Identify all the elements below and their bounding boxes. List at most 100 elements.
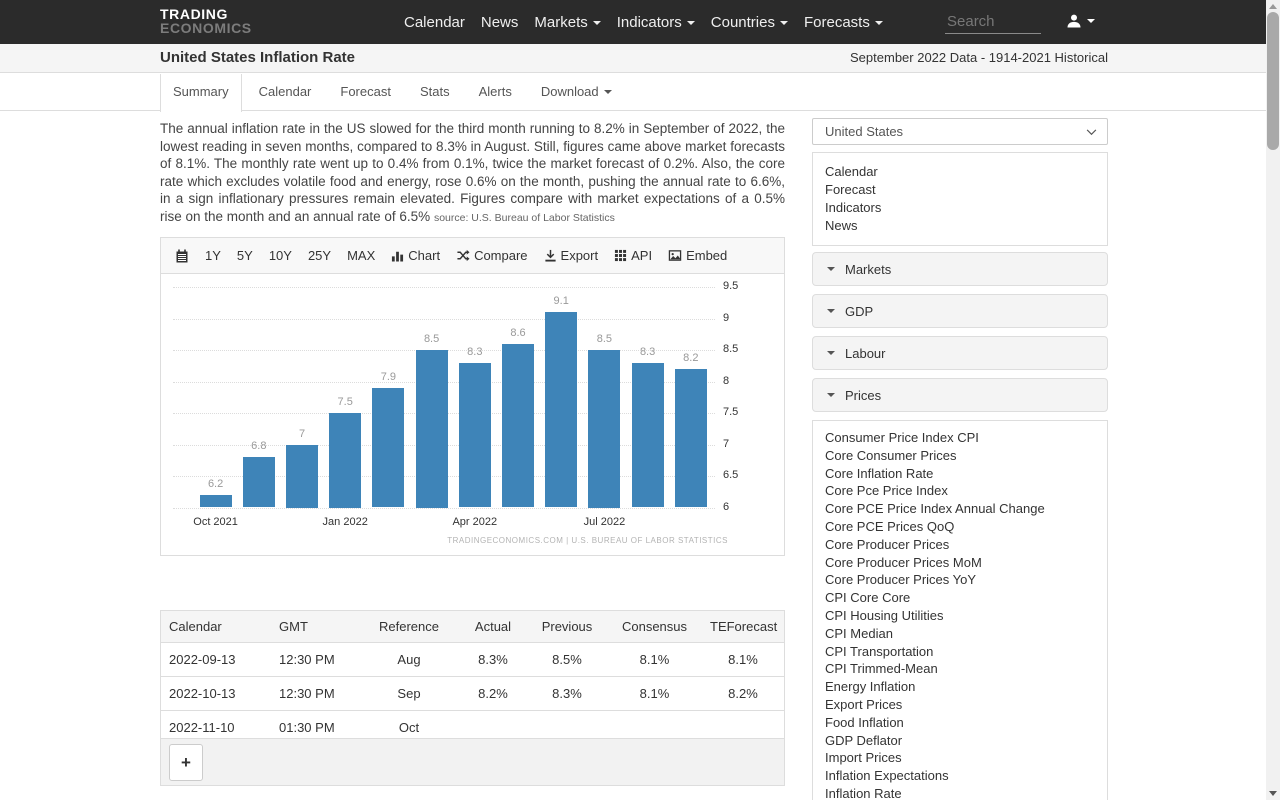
sidebar-section-markets[interactable]: Markets — [812, 252, 1108, 286]
sidebar-section-prices[interactable]: Prices — [812, 378, 1108, 412]
chart-button[interactable]: Chart — [391, 248, 440, 263]
range-10y[interactable]: 10Y — [269, 248, 292, 263]
tool-label: Export — [560, 248, 599, 263]
chart-bar[interactable] — [415, 350, 448, 508]
calendar-range-button[interactable] — [175, 249, 189, 263]
country-select[interactable]: United States — [812, 118, 1108, 145]
range-max[interactable]: MAX — [347, 248, 375, 263]
tab-calendar[interactable]: Calendar — [247, 74, 324, 111]
bar-value-label: 8.6 — [510, 326, 526, 339]
y-axis-label: 8 — [723, 374, 730, 387]
price-link-cpi-trimmed-mean[interactable]: CPI Trimmed-Mean — [825, 660, 1095, 678]
sidebar-section-labour[interactable]: Labour — [812, 336, 1108, 370]
sidebar-link-calendar[interactable]: Calendar — [825, 163, 1095, 181]
price-link-core-inflation-rate[interactable]: Core Inflation Rate — [825, 465, 1095, 483]
table-row[interactable]: 2022-09-13 12:30 PM Aug 8.3% 8.5% 8.1% 8.1% — [161, 642, 784, 677]
price-link-export-prices[interactable]: Export Prices — [825, 696, 1095, 714]
nav-item-news[interactable]: News — [481, 14, 519, 31]
logo[interactable]: TRADING ECONOMICS — [160, 7, 252, 35]
chart-bar[interactable] — [372, 387, 405, 508]
chart-bar[interactable] — [588, 350, 621, 508]
price-link-cpi-median[interactable]: CPI Median — [825, 625, 1095, 643]
table-cell: 8.2% — [459, 676, 527, 711]
page-scrollbar[interactable] — [1266, 0, 1280, 800]
price-link-inflation-rate[interactable]: Inflation Rate — [825, 785, 1095, 800]
price-link-energy-inflation[interactable]: Energy Inflation — [825, 678, 1095, 696]
range-25y[interactable]: 25Y — [308, 248, 331, 263]
price-link-core-producer-prices-yoy[interactable]: Core Producer Prices YoY — [825, 571, 1095, 589]
price-link-cpi-core-core[interactable]: CPI Core Core — [825, 589, 1095, 607]
sidebar-section-gdp[interactable]: GDP — [812, 294, 1108, 328]
chevron-down-icon — [827, 351, 835, 355]
nav-item-forecasts[interactable]: Forecasts — [804, 14, 883, 31]
chart-bar[interactable] — [674, 368, 707, 508]
top-navbar: TRADING ECONOMICS Calendar News Markets Ind… — [0, 0, 1266, 44]
price-link-cpi-transportation[interactable]: CPI Transportation — [825, 643, 1095, 661]
price-link-core-producer-prices[interactable]: Core Producer Prices — [825, 536, 1095, 554]
price-link-core-pce-prices-qoq[interactable]: Core PCE Prices QoQ — [825, 518, 1095, 536]
export-button[interactable]: Export — [544, 248, 599, 263]
sidebar-link-forecast[interactable]: Forecast — [825, 181, 1095, 199]
sidebar-link-indicators[interactable]: Indicators — [825, 199, 1095, 217]
chart-bar[interactable] — [199, 494, 232, 508]
tab-forecast[interactable]: Forecast — [328, 74, 403, 111]
scrollbar-thumb[interactable] — [1267, 12, 1279, 150]
api-icon — [615, 249, 627, 262]
section-label: GDP — [845, 303, 874, 319]
chart-bar[interactable] — [631, 362, 664, 508]
table-header-consensus: Consensus — [607, 611, 702, 643]
api-button[interactable]: API — [614, 248, 652, 263]
price-link-core-pce-price-index[interactable]: Core Pce Price Index — [825, 482, 1095, 500]
chart-bar[interactable] — [286, 444, 318, 508]
chevron-down-icon — [603, 90, 612, 94]
tab-stats[interactable]: Stats — [408, 74, 462, 111]
price-link-core-producer-prices-mom[interactable]: Core Producer Prices MoM — [825, 554, 1095, 572]
table-row[interactable]: 2022-10-13 12:30 PM Sep 8.2% 8.3% 8.1% 8.2% — [161, 676, 784, 711]
scroll-down-arrow-icon[interactable] — [1269, 791, 1277, 796]
sidebar-link-news[interactable]: News — [825, 217, 1095, 235]
scroll-up-arrow-icon[interactable] — [1269, 4, 1277, 9]
tool-label: Embed — [686, 248, 728, 263]
chart-panel: 1Y 5Y 10Y 25Y MAX Chart Compare Export API E… — [160, 237, 785, 556]
nav-item-calendar[interactable]: Calendar — [404, 14, 465, 31]
tab-summary[interactable]: Summary — [160, 74, 242, 112]
price-link-cpi-housing-utilities[interactable]: CPI Housing Utilities — [825, 607, 1095, 625]
chart-bar[interactable] — [502, 343, 534, 508]
section-label: Labour — [845, 345, 886, 361]
price-link-food-inflation[interactable]: Food Inflation — [825, 714, 1095, 732]
price-link-core-consumer-prices[interactable]: Core Consumer Prices — [825, 447, 1095, 465]
nav-item-countries[interactable]: Countries — [711, 14, 788, 31]
nav-item-markets[interactable]: Markets — [534, 14, 601, 31]
chart-bar[interactable] — [458, 362, 491, 508]
price-link-import-prices[interactable]: Import Prices — [825, 749, 1095, 767]
table-cell: 8.2% — [702, 676, 784, 711]
y-axis-label: 6.5 — [723, 469, 739, 481]
chart-bar[interactable] — [242, 457, 275, 508]
price-link-consumer-price-index-cpi[interactable]: Consumer Price Index CPI — [825, 429, 1095, 447]
tab-bar: Summary Calendar Forecast Stats Alerts Downlo… — [160, 74, 629, 112]
page-subtitle: September 2022 Data - 1914-2021 Historic… — [850, 50, 1108, 65]
price-link-core-pce-price-index-annual-change[interactable]: Core PCE Price Index Annual Change — [825, 500, 1095, 518]
add-row-button[interactable]: + — [169, 744, 203, 781]
range-1y[interactable]: 1Y — [205, 248, 221, 263]
tab-alerts[interactable]: Alerts — [467, 74, 524, 111]
price-link-inflation-expectations[interactable]: Inflation Expectations — [825, 767, 1095, 785]
compare-button[interactable]: Compare — [456, 248, 528, 263]
logo-line-trading: TRADING — [160, 6, 228, 22]
table-cell: 8.1% — [607, 642, 702, 677]
price-link-gdp-deflator[interactable]: GDP Deflator — [825, 732, 1095, 750]
nav-item-indicators[interactable]: Indicators — [617, 14, 695, 31]
export-icon — [544, 249, 556, 262]
navbar-menu: Calendar News Markets Indicators Countries Fo… — [404, 0, 883, 44]
table-cell: 8.3% — [459, 642, 527, 677]
range-5y[interactable]: 5Y — [237, 248, 253, 263]
embed-button[interactable]: Embed — [668, 248, 727, 263]
chart-gridline — [173, 507, 715, 509]
search-input[interactable] — [945, 12, 1041, 34]
bar-value-label: 7 — [298, 427, 306, 440]
tab-download[interactable]: Download — [529, 74, 624, 111]
chart-bar[interactable] — [329, 413, 362, 508]
chart-bar[interactable] — [545, 312, 578, 508]
user-menu[interactable] — [1066, 13, 1095, 29]
table-cell: 8.1% — [607, 676, 702, 711]
